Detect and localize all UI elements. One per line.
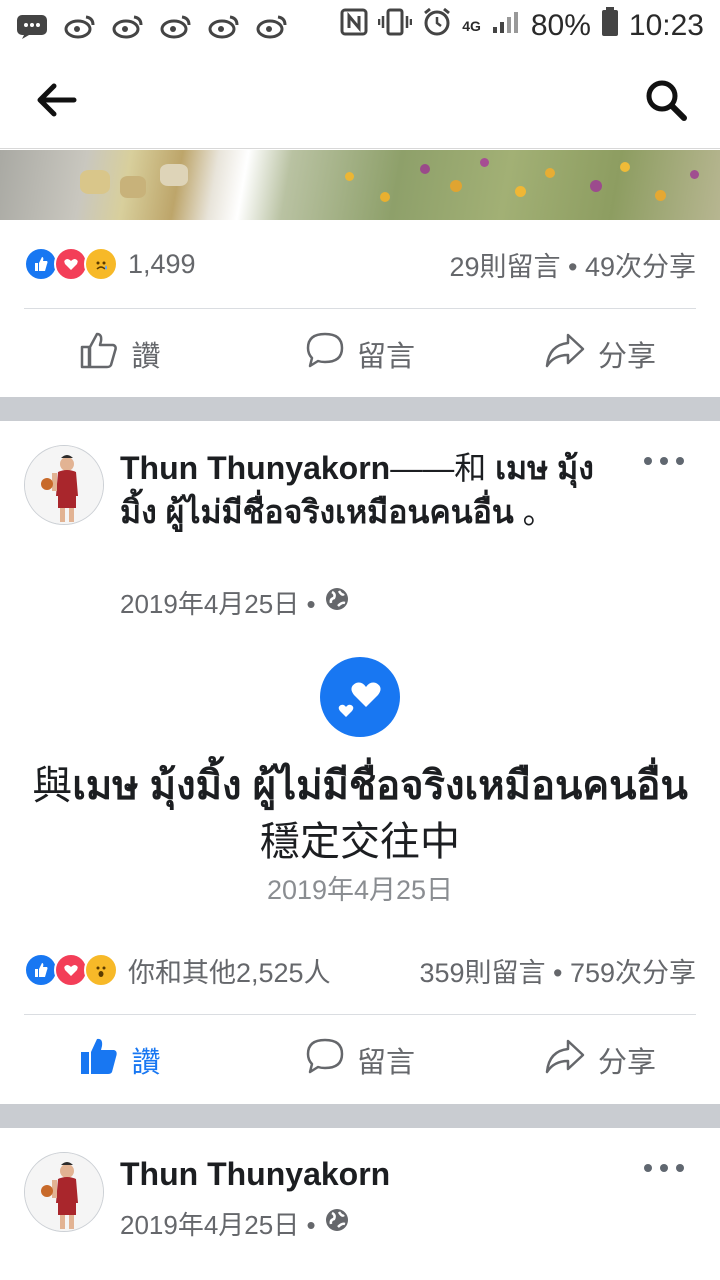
thumbs-up-icon <box>79 331 119 377</box>
comment-share-stats[interactable]: 359則留言 • 759次分享 <box>419 951 696 990</box>
share-label: 分享 <box>597 341 656 373</box>
comment-button[interactable]: 留言 <box>240 1037 480 1083</box>
share-label: 分享 <box>597 1047 656 1079</box>
event-suffix: 穩定交往中 <box>260 820 460 864</box>
wow-reaction-icon <box>84 953 118 987</box>
reaction-text: 你和其他2,525人 <box>128 957 331 988</box>
comment-label: 留言 <box>356 1047 415 1079</box>
sad-reaction-icon <box>84 247 118 281</box>
love-reaction-icon <box>54 247 88 281</box>
top-app-bar <box>0 52 720 149</box>
message-icon <box>16 13 48 39</box>
post-date[interactable]: 2019年4月25日 • <box>120 584 316 621</box>
like-reaction-icon <box>24 953 58 987</box>
avatar[interactable] <box>24 445 104 525</box>
divider <box>24 308 696 309</box>
globe-icon <box>324 586 350 619</box>
share-icon <box>544 1037 586 1083</box>
life-event-title: 與เมษ มุ้งมิ้ง ผู้ไม่มีชื่อจริงเหมือนคนอื… <box>20 758 700 870</box>
more-options-icon[interactable] <box>644 1161 684 1175</box>
comment-share-stats[interactable]: 29則留言 • 49次分享 <box>449 245 696 284</box>
post-actions: 讚 留言 分享 <box>0 310 720 398</box>
love-reaction-icon <box>54 953 88 987</box>
globe-icon <box>324 1207 350 1240</box>
post-title: Thun Thunyakorn <box>120 1152 610 1196</box>
author-name[interactable]: Thun Thunyakorn <box>120 1156 390 1192</box>
search-icon[interactable] <box>644 78 688 122</box>
author-name[interactable]: Thun Thunyakorn <box>120 450 390 486</box>
avatar[interactable] <box>24 1152 104 1232</box>
alarm-icon <box>422 7 452 45</box>
event-prefix: 與 <box>32 764 73 808</box>
vibrate-icon <box>377 8 413 44</box>
share-button[interactable]: 分享 <box>480 331 720 377</box>
clock: 10:23 <box>628 9 704 42</box>
event-partner-name[interactable]: เมษ มุ้งมิ้ง ผู้ไม่มีชื่อจริงเหมือนคนอื่… <box>72 764 688 808</box>
feed-separator <box>0 1104 720 1128</box>
like-label: 讚 <box>131 1047 161 1079</box>
weibo-icon <box>112 13 144 39</box>
like-button[interactable]: 讚 <box>0 331 240 377</box>
life-event-date: 2019年4月25日 <box>266 875 454 905</box>
comment-icon <box>305 331 345 377</box>
reaction-summary[interactable]: 1,499 29則留言 • 49次分享 <box>0 234 720 294</box>
status-bar: 4G 80% 10:23 <box>0 0 720 52</box>
hearts-icon <box>320 657 400 737</box>
post-date[interactable]: 2019年4月25日 • <box>120 1205 316 1242</box>
post-meta: 2019年4月25日 • <box>120 1205 350 1242</box>
like-label: 讚 <box>131 341 161 373</box>
back-arrow-icon[interactable] <box>34 80 78 120</box>
title-end: 。 <box>513 494 555 530</box>
feed-separator <box>0 397 720 421</box>
with-connector: ——和 <box>390 450 496 486</box>
thumbs-up-icon <box>79 1037 119 1083</box>
battery-percent: 80% <box>530 9 591 42</box>
signal-icon <box>491 9 521 43</box>
post-photo[interactable] <box>0 150 720 220</box>
weibo-icon <box>208 13 240 39</box>
weibo-icon <box>64 13 96 39</box>
share-button[interactable]: 分享 <box>480 1037 720 1083</box>
comment-button[interactable]: 留言 <box>240 331 480 377</box>
network-type-icon: 4G <box>462 18 481 34</box>
reaction-count: 1,499 <box>128 248 196 279</box>
reaction-summary[interactable]: 你和其他2,525人 359則留言 • 759次分享 <box>0 940 720 1000</box>
weibo-icon <box>160 13 192 39</box>
comment-icon <box>305 1037 345 1083</box>
post-title: Thun Thunyakorn——和 เมษ มุ้งมิ้ง ผู้ไม่มี… <box>120 446 610 534</box>
battery-icon <box>601 7 619 45</box>
share-icon <box>544 331 586 377</box>
post-meta: 2019年4月25日 • <box>120 584 350 621</box>
weibo-icon <box>256 13 288 39</box>
more-options-icon[interactable] <box>644 454 684 468</box>
nfc-icon <box>340 8 368 44</box>
like-reaction-icon <box>24 247 58 281</box>
divider <box>24 1014 696 1015</box>
like-button[interactable]: 讚 <box>0 1037 240 1083</box>
post-actions: 讚 留言 分享 <box>0 1016 720 1104</box>
comment-label: 留言 <box>356 341 415 373</box>
